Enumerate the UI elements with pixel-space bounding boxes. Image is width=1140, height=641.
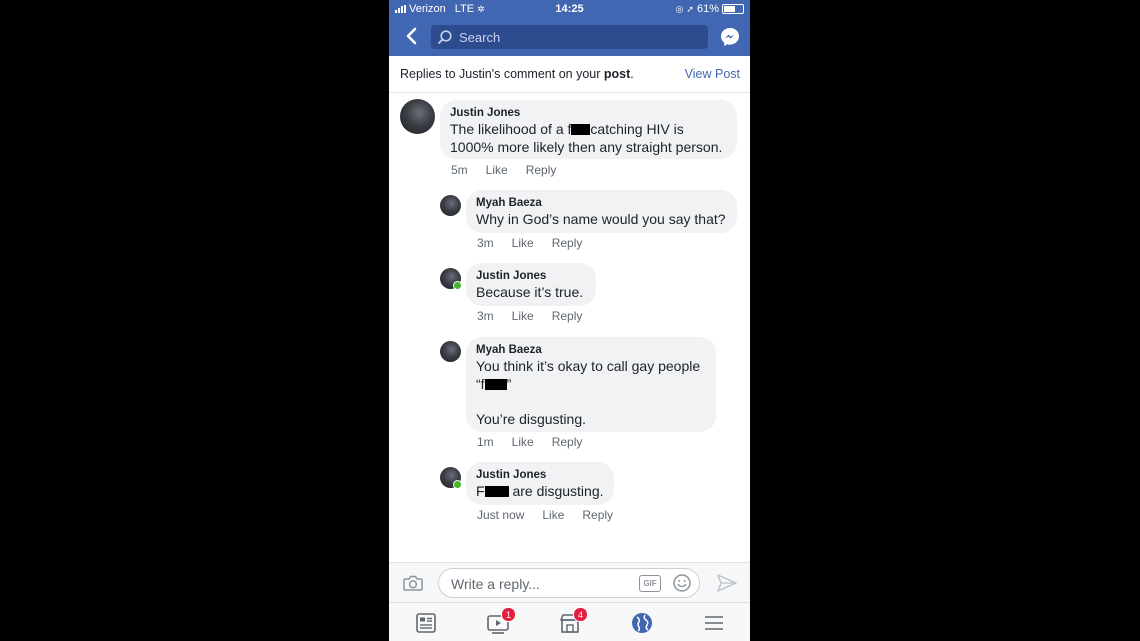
comment-meta-3: 3m Like Reply <box>477 309 600 323</box>
comment-bubble-4: Myah Baeza You think it’s okay to call g… <box>466 337 716 432</box>
status-right: ◎ ➚ 61% <box>676 3 744 15</box>
redaction-box <box>484 378 507 390</box>
reply-button-5[interactable]: Reply <box>582 508 613 522</box>
emoji-button[interactable] <box>672 573 692 593</box>
avatar-justin-jones[interactable] <box>440 467 462 489</box>
news-feed-icon <box>416 613 436 633</box>
location-icon: ➚ <box>686 3 694 14</box>
comment-meta-2: 3m Like Reply <box>477 236 600 250</box>
replies-title-post: post <box>603 67 631 81</box>
reply-button-3[interactable]: Reply <box>552 309 583 323</box>
send-button[interactable] <box>716 573 738 593</box>
nav-marketplace[interactable]: 4 <box>558 607 588 635</box>
battery-percent: 61% <box>696 3 719 15</box>
like-button-5[interactable]: Like <box>542 508 564 522</box>
comment-text-5: F are disgusting. <box>476 483 604 501</box>
view-post-link[interactable]: View Post <box>685 67 740 81</box>
like-button-3[interactable]: Like <box>512 309 534 323</box>
replies-header: Replies to Justin's comment on your post… <box>389 56 750 93</box>
replies-title: Replies to Justin's comment on your post… <box>400 67 634 81</box>
avatar-myah-baeza[interactable] <box>440 341 461 362</box>
comment-bubble-3: Justin Jones Because it’s true. <box>466 263 596 306</box>
comment-time-2: 3m <box>477 236 494 250</box>
comment-meta-5: Just now Like Reply <box>477 508 631 522</box>
comment-bubble-1: Justin Jones The likelihood of a f catchi… <box>440 100 737 159</box>
comment-text-3: Because it’s true. <box>476 284 584 300</box>
reply-button-4[interactable]: Reply <box>552 435 583 449</box>
reply-box[interactable]: GIF <box>438 568 700 598</box>
comment-bubble-2: Myah Baeza Why in God’s name would you s… <box>466 190 737 233</box>
messenger-button[interactable] <box>719 26 741 48</box>
comment-text-4: You think it’s okay to call gay people “… <box>476 358 706 428</box>
comment-text-2: Why in God’s name would you say that? <box>476 211 726 227</box>
comment-time-1: 5m <box>451 163 468 177</box>
nav-watch[interactable]: 1 <box>486 607 516 635</box>
nav-menu[interactable] <box>702 611 726 635</box>
back-button[interactable] <box>401 24 421 48</box>
comment-text-5a: F <box>476 483 485 499</box>
redaction-box <box>571 124 591 135</box>
replies-title-prefix: Replies to Justin's comment on your <box>400 67 604 81</box>
avatar-justin-jones[interactable] <box>400 99 435 134</box>
like-button-2[interactable]: Like <box>512 236 534 250</box>
reply-composer: GIF <box>389 562 750 603</box>
like-button-4[interactable]: Like <box>512 435 534 449</box>
messenger-icon <box>721 28 739 46</box>
search-input[interactable] <box>457 28 701 46</box>
watch-badge: 1 <box>501 607 516 622</box>
comment-author-2[interactable]: Myah Baeza <box>476 197 727 209</box>
reply-button-1[interactable]: Reply <box>526 163 557 177</box>
comment-time-4: 1m <box>477 435 494 449</box>
marketplace-badge: 4 <box>573 607 588 622</box>
comment-text-5b: are disgusting. <box>508 483 604 499</box>
comment-time-5: Just now <box>477 508 525 522</box>
chevron-left-icon <box>406 27 417 45</box>
comment-meta-4: 1m Like Reply <box>477 435 600 449</box>
comment-meta-1: 5m Like Reply <box>451 163 574 177</box>
nav-news-feed[interactable] <box>414 611 438 635</box>
comment-text-1a: The likelihood of a f <box>450 121 572 137</box>
camera-button[interactable] <box>402 573 424 593</box>
comment-text-1: The likelihood of a f catching HIV is 100… <box>450 121 727 156</box>
bottom-navigation: 1 4 <box>389 602 750 641</box>
comment-time-3: 3m <box>477 309 494 323</box>
search-bar[interactable] <box>431 25 708 49</box>
status-bar: Verizon LTE ✲ 14:25 ◎ ➚ 61% <box>389 0 750 18</box>
battery-icon <box>722 4 744 14</box>
menu-icon <box>705 616 723 630</box>
redaction-box <box>484 486 509 497</box>
comment-bubble-5: Justin Jones F are disgusting. <box>466 462 614 505</box>
top-bar: Verizon LTE ✲ 14:25 ◎ ➚ 61% <box>389 0 750 56</box>
emoji-icon <box>673 574 691 592</box>
gif-button[interactable]: GIF <box>639 575 661 592</box>
comment-author-3[interactable]: Justin Jones <box>476 270 586 282</box>
phone-screen: Verizon LTE ✲ 14:25 ◎ ➚ 61% Replies to J… <box>389 0 750 641</box>
avatar-justin-jones[interactable] <box>440 268 462 290</box>
comment-author-4[interactable]: Myah Baeza <box>476 344 706 356</box>
avatar-myah-baeza[interactable] <box>440 195 461 216</box>
comment-author-5[interactable]: Justin Jones <box>476 469 604 481</box>
alarm-icon: ◎ <box>675 3 684 14</box>
search-icon <box>438 30 452 44</box>
nav-notifications[interactable] <box>630 611 654 635</box>
comment-author-1[interactable]: Justin Jones <box>450 107 727 119</box>
like-button-1[interactable]: Like <box>486 163 508 177</box>
reply-input[interactable] <box>449 575 633 593</box>
camera-icon <box>403 575 423 591</box>
replies-title-suffix: . <box>630 67 634 81</box>
globe-icon <box>632 613 652 633</box>
send-icon <box>717 574 737 592</box>
reply-button-2[interactable]: Reply <box>552 236 583 250</box>
